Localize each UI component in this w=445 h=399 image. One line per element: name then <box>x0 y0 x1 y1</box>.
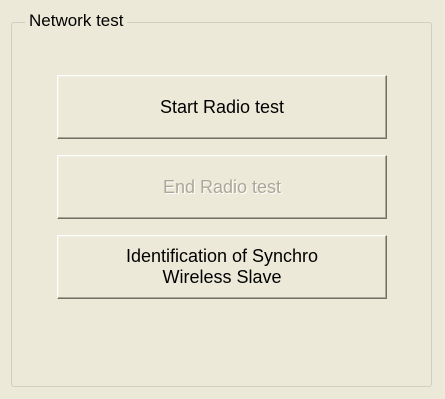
identification-label: Identification of Synchro Wireless Slave <box>125 246 319 287</box>
identification-synchro-wireless-slave-button[interactable]: Identification of Synchro Wireless Slave <box>57 235 387 299</box>
start-radio-test-label: Start Radio test <box>159 96 285 117</box>
groupbox-title: Network test <box>25 10 128 32</box>
end-radio-test-button: End Radio test <box>57 155 387 219</box>
end-radio-test-label: End Radio test <box>162 176 282 197</box>
start-radio-test-button[interactable]: Start Radio test <box>57 75 387 139</box>
